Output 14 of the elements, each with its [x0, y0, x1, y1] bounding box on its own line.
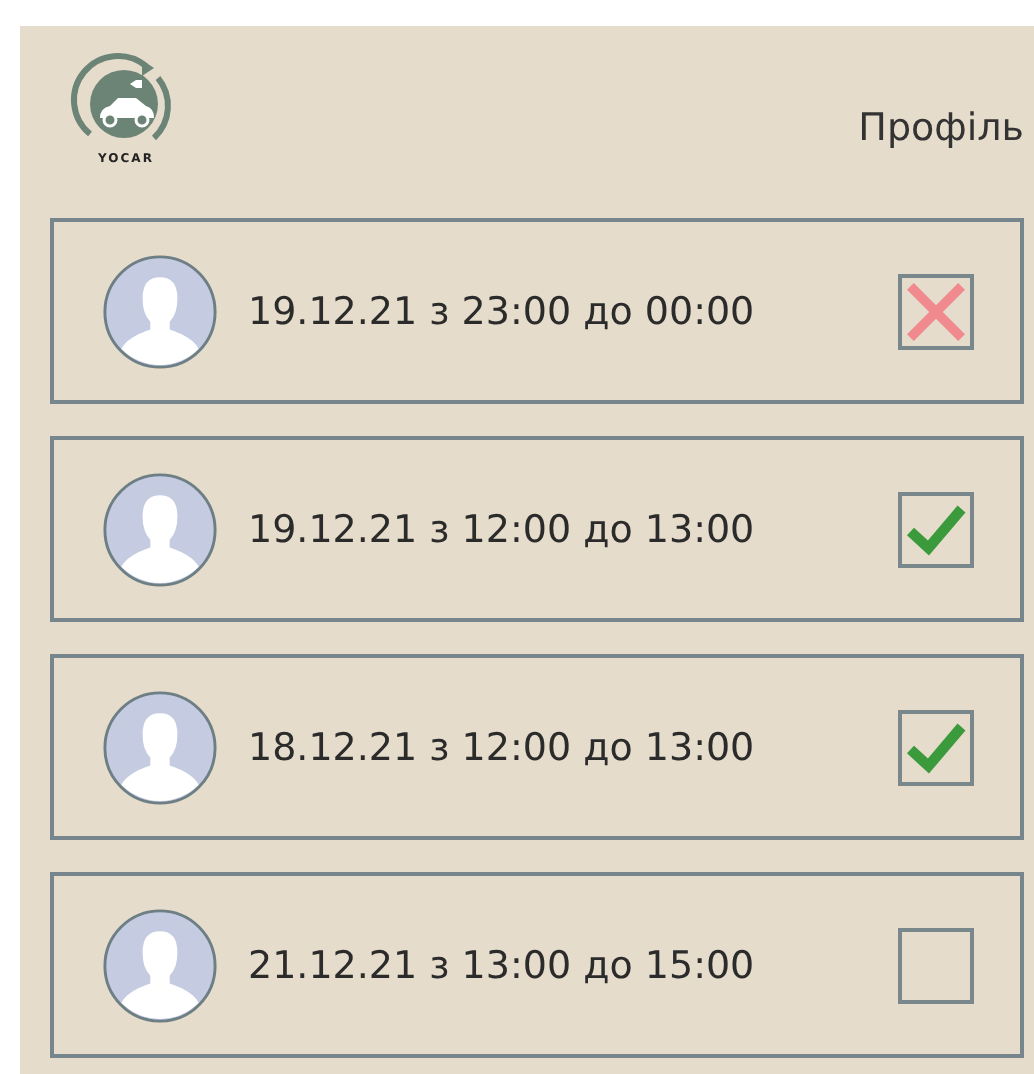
cross-icon [904, 279, 968, 343]
avatar-icon [102, 471, 218, 587]
status-checkbox[interactable] [898, 927, 974, 1003]
avatar-icon [102, 907, 218, 1023]
status-checkbox[interactable] [898, 273, 974, 349]
status-checkbox[interactable] [898, 491, 974, 567]
booking-time: 19.12.21 з 23:00 до 00:00 [248, 289, 757, 333]
avatar-icon [102, 253, 218, 369]
avatar-icon [102, 689, 218, 805]
booking-time: 21.12.21 з 13:00 до 15:00 [248, 943, 757, 987]
profile-link[interactable]: Профіль [858, 106, 1024, 150]
booking-time: 18.12.21 з 12:00 до 13:00 [248, 725, 757, 769]
booking-time: 19.12.21 з 12:00 до 13:00 [248, 507, 757, 551]
status-checkbox[interactable] [898, 709, 974, 785]
